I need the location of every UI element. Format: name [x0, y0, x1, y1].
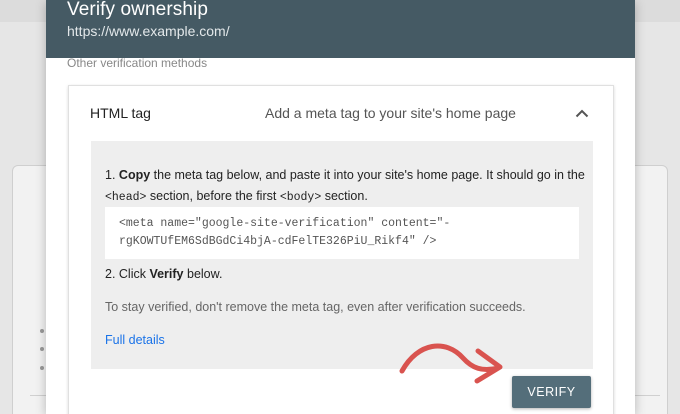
background-bullet: [40, 329, 44, 333]
dialog-header: Verify ownership https://www.example.com…: [46, 0, 635, 58]
chevron-up-icon[interactable]: [572, 103, 592, 123]
step-1-text-a: the meta tag below, and paste it into yo…: [150, 168, 585, 182]
step-number: 1.: [105, 168, 116, 182]
panel-title: HTML tag: [90, 105, 151, 121]
panel-description: Add a meta tag to your site's home page: [265, 105, 516, 121]
step-2-text: 2. Click Verify below.: [105, 265, 222, 283]
instructions-box: 1. Copy the meta tag below, and paste it…: [91, 141, 593, 369]
verify-button[interactable]: VERIFY: [512, 376, 591, 408]
step-2-prefix: 2. Click: [105, 267, 150, 281]
step-2-suffix: below.: [183, 267, 223, 281]
step-1-text: 1. Copy the meta tag below, and paste it…: [105, 165, 587, 208]
background-bullet: [40, 347, 44, 351]
head-code: <head>: [105, 191, 147, 204]
html-tag-panel: HTML tag Add a meta tag to your site's h…: [68, 85, 614, 414]
verify-ownership-dialog: Verify ownership https://www.example.com…: [46, 0, 635, 414]
step-1-bold: Copy: [118, 168, 151, 182]
html-tag-panel-header[interactable]: HTML tag Add a meta tag to your site's h…: [69, 86, 615, 142]
meta-tag-line-1: <meta name="google-site-verification" co…: [119, 217, 451, 230]
site-url: https://www.example.com/: [67, 23, 230, 39]
meta-tag-line-2: rgKOWTUfEM6SdBGdCi4bjA-cdFelTE326PiU_Rik…: [119, 235, 437, 248]
step-2-bold: Verify: [149, 267, 184, 281]
stay-verified-note: To stay verified, don't remove the meta …: [105, 300, 526, 314]
step-1-text-b: section, before the first: [146, 189, 280, 203]
body-code: <body>: [279, 191, 322, 204]
other-methods-label: Other verification methods: [67, 56, 208, 68]
dialog-title: Verify ownership: [67, 0, 209, 20]
full-details-link[interactable]: Full details: [105, 331, 165, 349]
background-bullet: [40, 366, 44, 370]
step-1-text-c: section.: [321, 189, 368, 203]
meta-tag-code[interactable]: <meta name="google-site-verification" co…: [105, 207, 579, 259]
